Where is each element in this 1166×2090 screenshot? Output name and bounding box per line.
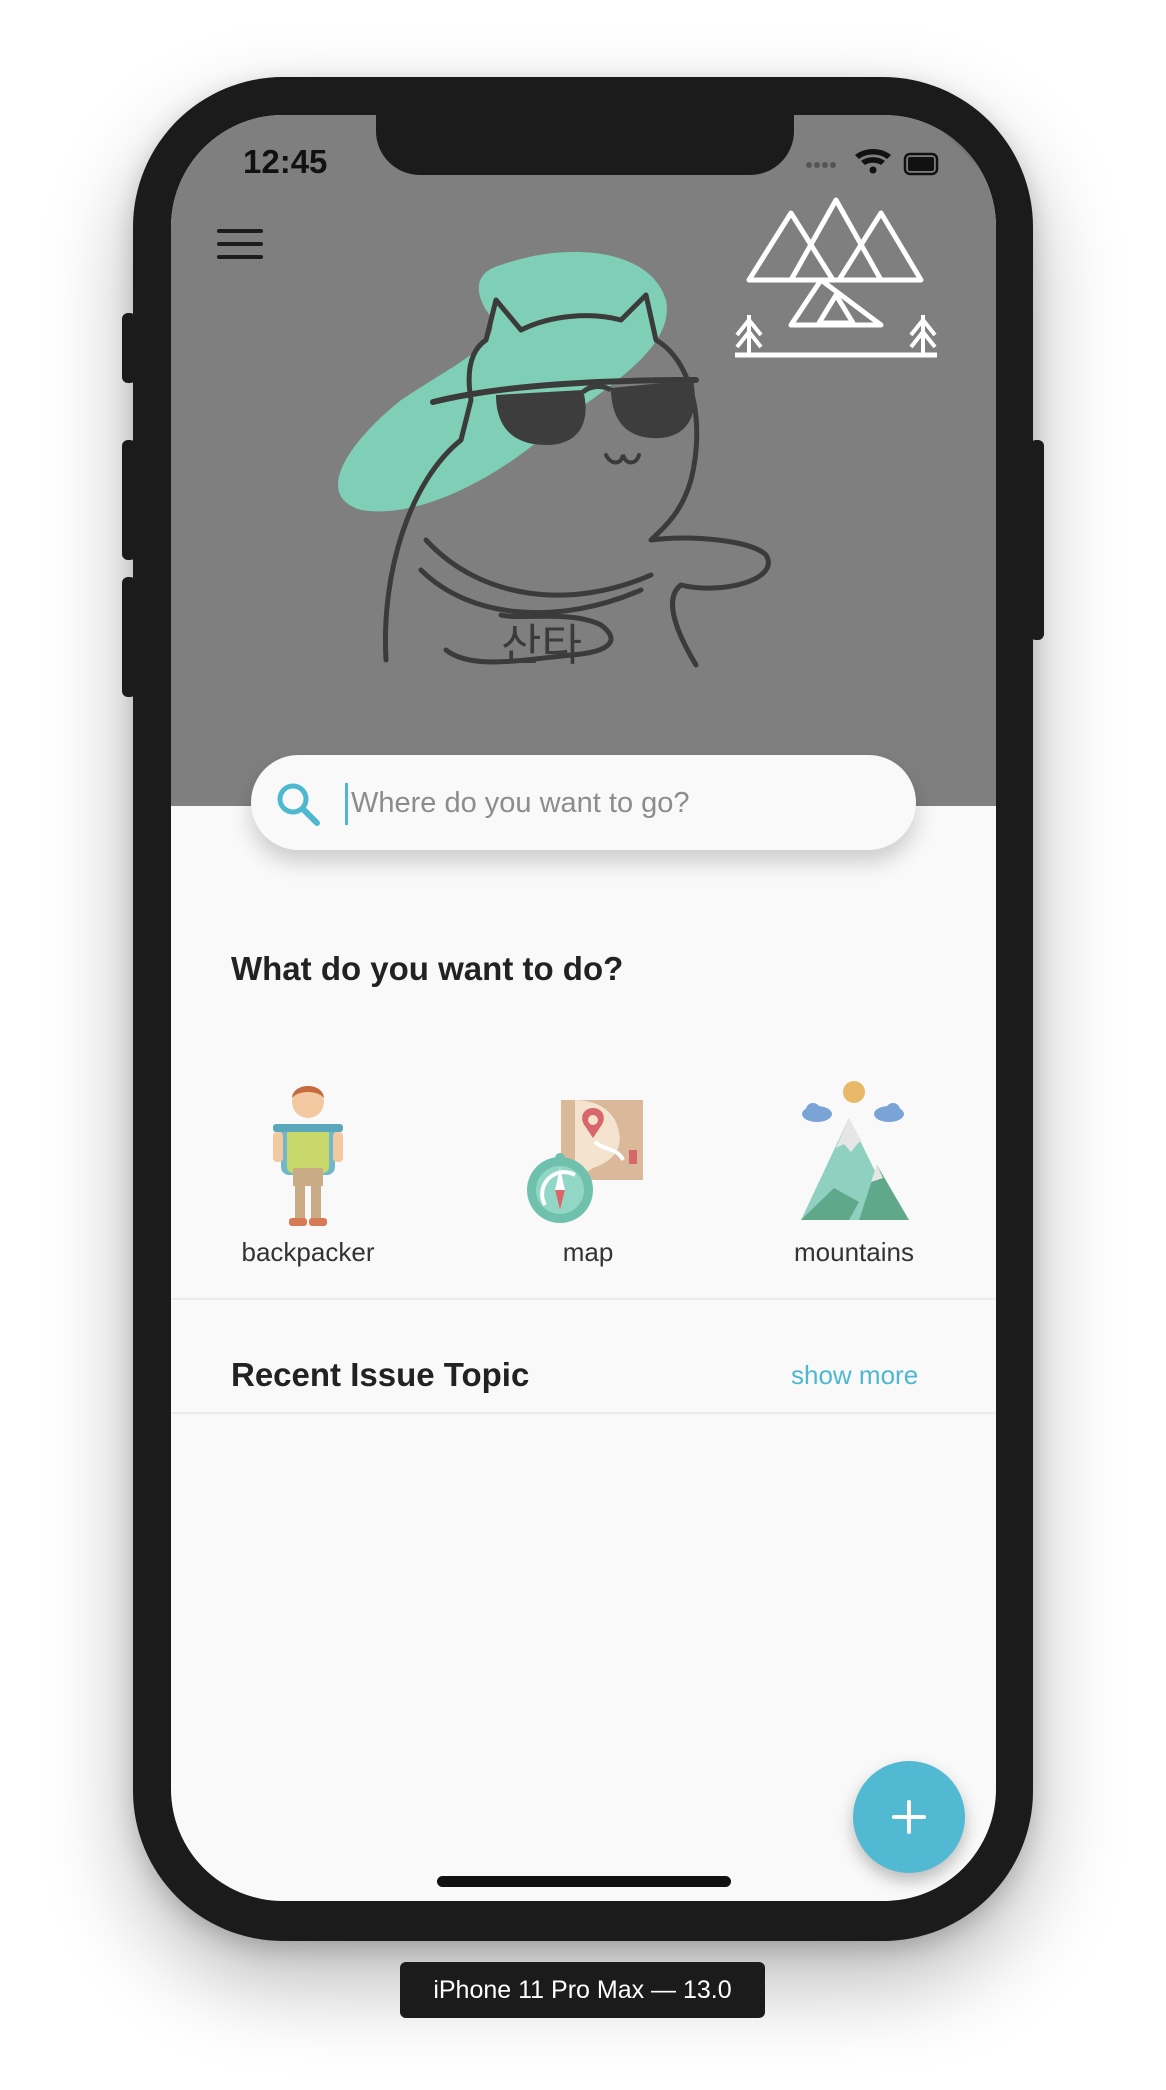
- backpacker-icon: [273, 1086, 343, 1226]
- activity-backpacker[interactable]: backpacker: [218, 1070, 398, 1280]
- recent-divider: [171, 1412, 996, 1414]
- status-time: 12:45: [243, 143, 328, 180]
- device-label: iPhone 11 Pro Max — 13.0: [400, 1962, 765, 2018]
- device-notch: [376, 115, 794, 175]
- mountain-logo-icon: [735, 197, 937, 358]
- add-fab-button[interactable]: [853, 1761, 965, 1873]
- signal-icon: [806, 162, 836, 168]
- activity-label: backpacker: [241, 1237, 375, 1267]
- section-divider: [171, 1298, 996, 1300]
- mute-switch: [122, 313, 136, 383]
- battery-icon: [903, 152, 939, 176]
- activities-title: What do you want to do?: [231, 950, 624, 987]
- text-cursor: [345, 783, 348, 825]
- search-icon: [277, 783, 320, 826]
- search-bar[interactable]: [251, 755, 916, 850]
- header-banner: 산타: [171, 115, 996, 806]
- hamburger-menu-icon[interactable]: [217, 225, 267, 265]
- status-icons: [806, 149, 939, 176]
- activity-map[interactable]: map: [498, 1070, 678, 1280]
- activity-label: mountains: [794, 1237, 914, 1267]
- show-more-link[interactable]: show more: [791, 1360, 918, 1391]
- mascot-caption: 산타: [501, 620, 582, 671]
- wifi-icon: [855, 149, 891, 174]
- activity-label: map: [562, 1237, 614, 1267]
- search-input[interactable]: [349, 769, 893, 837]
- recent-topic-title: Recent Issue Topic: [231, 1356, 530, 1393]
- activity-mountains[interactable]: mountains: [764, 1070, 944, 1280]
- volume-down-button: [122, 577, 136, 697]
- mountains-icon: [801, 1081, 909, 1220]
- home-indicator: [437, 1876, 731, 1887]
- plus-icon: [892, 1800, 926, 1834]
- volume-up-button: [122, 440, 136, 560]
- map-icon: [527, 1100, 643, 1223]
- power-button: [1030, 440, 1044, 640]
- app-screen: 산타 12:45 DEBUG Where do you want to go? …: [171, 115, 996, 1901]
